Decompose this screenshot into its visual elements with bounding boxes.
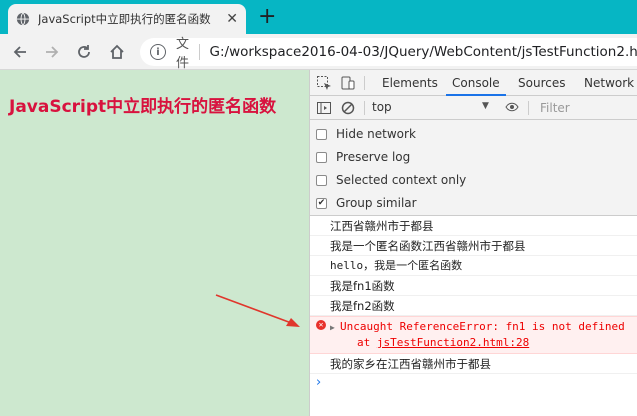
devtools-tabbar: Elements Console Sources Network — [310, 70, 637, 96]
console-prompt[interactable]: › — [310, 374, 637, 391]
context-selector[interactable]: top — [372, 100, 392, 114]
tab-title: JavaScript中立即执行的匿名函数 — [38, 12, 211, 26]
tab-console[interactable]: Console — [446, 70, 506, 96]
sidebar-toggle-icon[interactable] — [316, 100, 332, 116]
url-scheme-label: 文件 — [176, 37, 190, 71]
option-label: Preserve log — [336, 150, 411, 164]
console-message: 我是fn2函数 — [310, 296, 637, 316]
address-divider — [199, 44, 200, 60]
console-message: 我的家乡在江西省赣州市于都县 — [310, 354, 637, 374]
new-tab-button[interactable]: + — [258, 5, 276, 29]
devtools-panel: Elements Console Sources Network top ▼ F… — [309, 70, 637, 416]
console-toolbar: top ▼ Filter — [310, 96, 637, 120]
console-message: 我是fn1函数 — [310, 276, 637, 296]
option-label: Selected context only — [336, 173, 467, 187]
group-similar-checkbox[interactable]: ✔ — [316, 197, 327, 209]
console-message: hello，我是一个匿名函数 — [310, 256, 637, 276]
option-hide-network[interactable]: Hide network — [316, 125, 416, 143]
back-arrow-icon — [13, 46, 26, 58]
address-bar[interactable]: i 文件 G:/workspace2016-04-03/JQuery/WebCo… — [140, 37, 637, 71]
browser-toolbar: i 文件 G:/workspace2016-04-03/JQuery/WebCo… — [0, 34, 637, 71]
devtools-divider — [364, 76, 365, 90]
forward-button[interactable] — [40, 34, 64, 70]
tab-strip: JavaScript中立即执行的匿名函数 ✕ + — [0, 0, 637, 34]
page-viewport: JavaScript中立即执行的匿名函数 — [0, 70, 309, 416]
browser-tab[interactable]: JavaScript中立即执行的匿名函数 ✕ — [8, 4, 246, 34]
back-button[interactable] — [8, 34, 32, 70]
error-icon: ✕ — [316, 320, 326, 330]
inspect-element-icon[interactable] — [316, 75, 332, 91]
info-icon[interactable]: i — [150, 44, 166, 60]
home-button[interactable] — [105, 34, 129, 70]
console-error[interactable]: ✕ ▶ Uncaught ReferenceError: fn1 is not … — [310, 316, 637, 354]
console-settings: Hide network Preserve log Selected conte… — [310, 120, 637, 216]
filter-input[interactable]: Filter — [536, 98, 637, 118]
filter-divider — [528, 101, 529, 115]
error-message: Uncaught ReferenceError: fn1 is not defi… — [340, 320, 625, 333]
url-text[interactable]: G:/workspace2016-04-03/JQuery/WebContent… — [210, 44, 637, 60]
error-source-link[interactable]: jsTestFunction2.html:28 — [377, 336, 529, 349]
forward-arrow-icon — [46, 46, 59, 58]
hide-network-checkbox[interactable] — [316, 128, 327, 140]
clear-console-icon[interactable] — [340, 100, 356, 116]
error-location: at jsTestFunction2.html:28 — [340, 335, 637, 351]
reload-icon — [78, 45, 90, 58]
close-tab-icon[interactable]: ✕ — [226, 11, 238, 27]
live-expression-icon[interactable] — [505, 101, 519, 116]
expand-triangle-icon[interactable]: ▶ — [330, 320, 335, 336]
context-dropdown-icon[interactable]: ▼ — [482, 101, 489, 111]
option-label: Group similar — [336, 196, 417, 210]
option-group-similar[interactable]: ✔ Group similar — [316, 194, 417, 212]
tab-sources[interactable]: Sources — [512, 70, 571, 96]
home-icon — [110, 44, 124, 59]
option-preserve-log[interactable]: Preserve log — [316, 148, 410, 166]
error-at: at — [357, 336, 371, 349]
option-selected-context[interactable]: Selected context only — [316, 171, 466, 189]
selected-context-checkbox[interactable] — [316, 174, 327, 186]
console-message: 我是一个匿名函数江西省赣州市于都县 — [310, 236, 637, 256]
annotation-arrow — [215, 294, 300, 327]
toolbar-divider — [364, 101, 365, 115]
tab-elements[interactable]: Elements — [376, 70, 444, 96]
console-message: 江西省赣州市于都县 — [310, 216, 637, 236]
device-toolbar-icon[interactable] — [340, 75, 356, 91]
globe-icon — [16, 12, 30, 26]
console-log: 江西省赣州市于都县 我是一个匿名函数江西省赣州市于都县 hello，我是一个匿名… — [310, 216, 637, 391]
reload-button[interactable] — [72, 34, 96, 70]
page-heading: JavaScript中立即执行的匿名函数 — [9, 97, 277, 117]
tab-network[interactable]: Network — [578, 70, 637, 96]
preserve-log-checkbox[interactable] — [316, 151, 327, 163]
option-label: Hide network — [336, 127, 416, 141]
